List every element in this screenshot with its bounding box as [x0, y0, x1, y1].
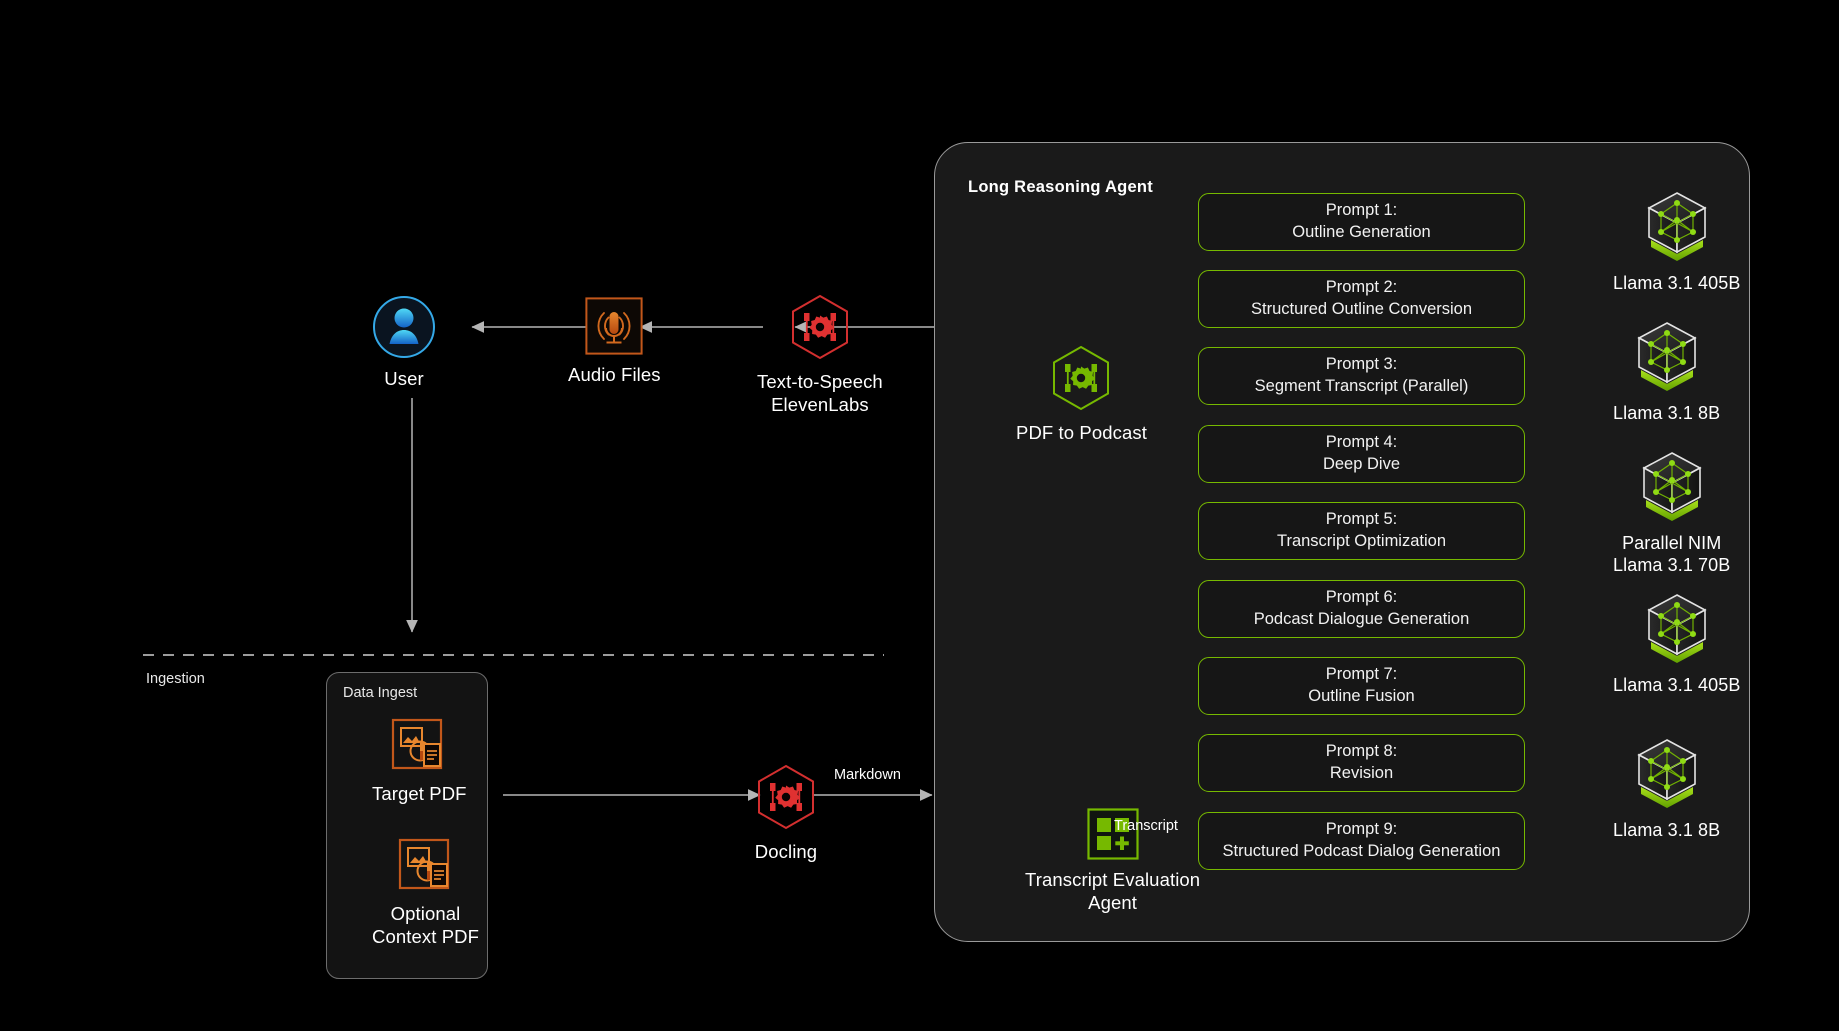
prompt-5-line1: Prompt 5: [1325, 510, 1398, 529]
audio-files-label: Audio Files [568, 364, 661, 385]
nim-cube-icon [1636, 322, 1697, 391]
prompt-7-line2: Outline Fusion [1308, 687, 1415, 705]
nim-cube-icon [1647, 192, 1707, 261]
prompt-9-line1: Prompt 9: [1325, 820, 1398, 839]
prompt-2-line2: Structured Outline Conversion [1250, 300, 1473, 318]
node-model-5[interactable]: Llama 3.1 8B [1613, 735, 1720, 842]
model-1-label: Llama 3.1 405B [1613, 273, 1741, 293]
docling-label: Docling [754, 841, 818, 862]
node-optional-context-pdf[interactable]: Optional Context PDF [372, 838, 479, 948]
prompt-3-line2: Segment Transcript (Parallel) [1254, 377, 1469, 395]
data-ingest-title: Data Ingest [343, 685, 418, 701]
prompt-2-line1: Prompt 2: [1325, 278, 1398, 297]
optional-context-pdf-label: Optional Context PDF [372, 903, 479, 947]
node-model-2[interactable]: Llama 3.1 8B [1613, 318, 1720, 425]
prompt-box-6[interactable]: Prompt 6: Podcast Dialogue Generation [1198, 580, 1525, 638]
user-avatar-icon [373, 296, 435, 358]
prompt-1-line1: Prompt 1: [1325, 201, 1398, 220]
node-user[interactable]: User [372, 295, 436, 391]
transcript-edge-label: Transcript [1114, 818, 1178, 834]
model-3-label: Parallel NIM Llama 3.1 70B [1613, 533, 1731, 575]
prompt-box-4[interactable]: Prompt 4: Deep Dive [1198, 425, 1525, 483]
prompt-8-line2: Revision [1329, 764, 1394, 782]
prompt-box-1[interactable]: Prompt 1: Outline Generation [1198, 193, 1525, 251]
node-pdf-to-podcast[interactable]: PDF to Podcast [1016, 343, 1147, 445]
node-audio-files[interactable]: Audio Files [568, 297, 661, 387]
node-text-to-speech[interactable]: Text-to-Speech ElevenLabs [757, 292, 883, 416]
prompt-5-line2: Transcript Optimization [1276, 532, 1447, 550]
nim-cube-icon [1636, 739, 1697, 808]
node-model-3[interactable]: Parallel NIM Llama 3.1 70B [1613, 448, 1730, 577]
prompt-box-5[interactable]: Prompt 5: Transcript Optimization [1198, 502, 1525, 560]
prompt-3-line1: Prompt 3: [1325, 355, 1398, 374]
prompt-box-3[interactable]: Prompt 3: Segment Transcript (Parallel) [1198, 347, 1525, 405]
prompt-4-line1: Prompt 4: [1325, 433, 1398, 452]
node-model-1[interactable]: Llama 3.1 405B [1613, 188, 1741, 295]
pdf-to-podcast-label: PDF to Podcast [1016, 422, 1147, 443]
red-hexagon-gear-icon [758, 764, 814, 830]
prompt-4-line2: Deep Dive [1322, 455, 1401, 473]
model-5-label: Llama 3.1 8B [1613, 820, 1721, 840]
prompt-1-line2: Outline Generation [1292, 223, 1431, 241]
diagram-canvas: Long Reasoning Agent Prompt 1: Outline G… [0, 0, 1839, 1031]
node-model-4[interactable]: Llama 3.1 405B [1613, 590, 1741, 697]
prompt-8-line1: Prompt 8: [1325, 742, 1398, 761]
pdf-documents-icon [398, 838, 449, 890]
prompt-box-7[interactable]: Prompt 7: Outline Fusion [1198, 657, 1525, 715]
long-reasoning-agent-title: Long Reasoning Agent [968, 178, 1153, 196]
node-docling[interactable]: Docling [751, 762, 821, 864]
transcript-evaluation-agent-label: Transcript Evaluation Agent [1025, 869, 1201, 913]
pdf-documents-icon [392, 718, 443, 770]
nim-cube-icon [1647, 594, 1707, 663]
prompt-6-line1: Prompt 6: [1325, 588, 1398, 607]
prompt-6-line2: Podcast Dialogue Generation [1253, 610, 1470, 628]
prompt-9-line2: Structured Podcast Dialog Generation [1222, 842, 1501, 860]
microphone-audio-icon [585, 297, 643, 355]
red-hexagon-gear-icon [791, 294, 848, 360]
prompt-box-9[interactable]: Prompt 9: Structured Podcast Dialog Gene… [1198, 812, 1525, 870]
prompt-box-8[interactable]: Prompt 8: Revision [1198, 734, 1525, 792]
text-to-speech-label: Text-to-Speech ElevenLabs [757, 371, 883, 415]
ingestion-section-label: Ingestion [146, 671, 205, 687]
node-target-pdf[interactable]: Target PDF [372, 718, 467, 806]
green-hexagon-gear-icon [1053, 345, 1110, 411]
target-pdf-label: Target PDF [372, 783, 467, 804]
model-2-label: Llama 3.1 8B [1613, 403, 1721, 423]
model-4-label: Llama 3.1 405B [1613, 675, 1741, 695]
prompt-box-2[interactable]: Prompt 2: Structured Outline Conversion [1198, 270, 1525, 328]
green-squares-plus-icon [1086, 808, 1139, 860]
markdown-edge-label: Markdown [834, 767, 901, 783]
user-label: User [384, 368, 424, 389]
prompt-7-line1: Prompt 7: [1325, 665, 1398, 684]
nim-cube-icon [1641, 452, 1702, 521]
